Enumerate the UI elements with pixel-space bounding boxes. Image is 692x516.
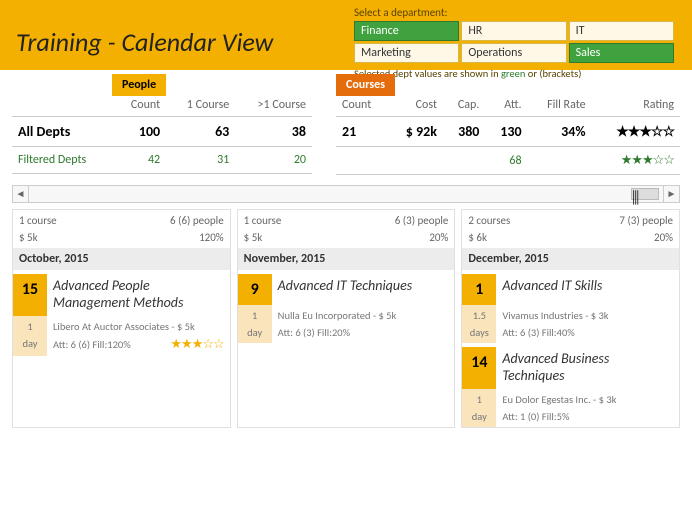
course-title: Advanced People Management Methods [47, 274, 230, 316]
scroll-left-icon[interactable]: ◄ [13, 186, 29, 202]
course-attendance: Att: 6 (3) Fill:40% [502, 326, 574, 339]
panel-courses: Courses Count Cost Cap. Att. Fill Rate R… [336, 72, 680, 175]
course-duration: 1.5 [462, 305, 496, 326]
dept-btn-sales[interactable]: Sales [569, 43, 674, 63]
panel-label-courses: Courses [336, 74, 395, 96]
course-date: 15 [13, 274, 47, 316]
course-duration: 1 [238, 305, 272, 326]
course-item[interactable]: 9 Advanced IT Techniques [238, 274, 455, 305]
course-item[interactable]: 1 Advanced IT Skills [462, 274, 679, 305]
row-filtered-depts: Filtered Depts 42 31 20 [12, 147, 312, 174]
course-attendance: Att: 6 (3) Fill:20% [278, 326, 350, 339]
course-title: Advanced IT Techniques [272, 274, 455, 305]
course-rating: ★★★☆☆ [170, 337, 223, 352]
month-column: 2 courses7 (3) people$ 6k20%December, 20… [461, 209, 680, 428]
course-vendor: Libero At Auctor Associates - $ 5k [47, 316, 230, 337]
selector-label: Select a department: [354, 6, 674, 19]
selector-note: Selected dept values are shown in green … [354, 67, 674, 80]
panel-people: People Count 1 Course >1 Course All Dept… [12, 72, 312, 175]
course-duration: 1 [462, 389, 496, 410]
row-filtered-courses: 68 ★★★☆☆ [336, 147, 680, 175]
course-vendor: Eu Dolor Egestas Inc. - $ 3k [496, 389, 679, 410]
month-label: October, 2015 [13, 248, 230, 270]
row-all-depts: All Depts 100 63 38 [12, 117, 312, 147]
course-vendor: Vivamus Industries - $ 3k [496, 305, 679, 326]
course-item[interactable]: 14 Advanced Business Techniques [462, 347, 679, 389]
course-vendor: Nulla Eu Incorporated - $ 5k [272, 305, 455, 326]
course-item[interactable]: 15 Advanced People Management Methods [13, 274, 230, 316]
scroll-right-icon[interactable]: ► [663, 186, 679, 202]
course-date: 1 [462, 274, 496, 305]
course-attendance: Att: 6 (6) Fill:120% [53, 338, 131, 351]
dept-btn-hr[interactable]: HR [461, 21, 566, 41]
dept-btn-operations[interactable]: Operations [461, 43, 566, 63]
course-date: 9 [238, 274, 272, 305]
department-selector: Select a department: FinanceHRIT Marketin… [354, 6, 674, 80]
dept-btn-finance[interactable]: Finance [354, 21, 459, 41]
course-title: Advanced Business Techniques [496, 347, 679, 389]
dept-btn-marketing[interactable]: Marketing [354, 43, 459, 63]
course-title: Advanced IT Skills [496, 274, 679, 305]
month-label: December, 2015 [462, 248, 679, 270]
dept-btn-it[interactable]: IT [569, 21, 674, 41]
month-column: 1 course6 (6) people$ 5k120%October, 201… [12, 209, 231, 428]
month-label: November, 2015 [238, 248, 455, 270]
row-all-courses: 21 $ 92k 380 130 34% ★★★☆☆ [336, 117, 680, 147]
month-column: 1 course6 (3) people$ 5k20%November, 201… [237, 209, 456, 428]
panel-label-people: People [112, 74, 166, 96]
course-date: 14 [462, 347, 496, 389]
course-duration: 1 [13, 316, 47, 337]
header: Training - Calendar View Select a depart… [0, 0, 692, 70]
month-scrollbar[interactable]: ◄ ⫼ ► [12, 185, 680, 203]
scroll-thumb[interactable]: ⫼ [631, 188, 659, 200]
course-attendance: Att: 1 (0) Fill:5% [502, 410, 569, 423]
